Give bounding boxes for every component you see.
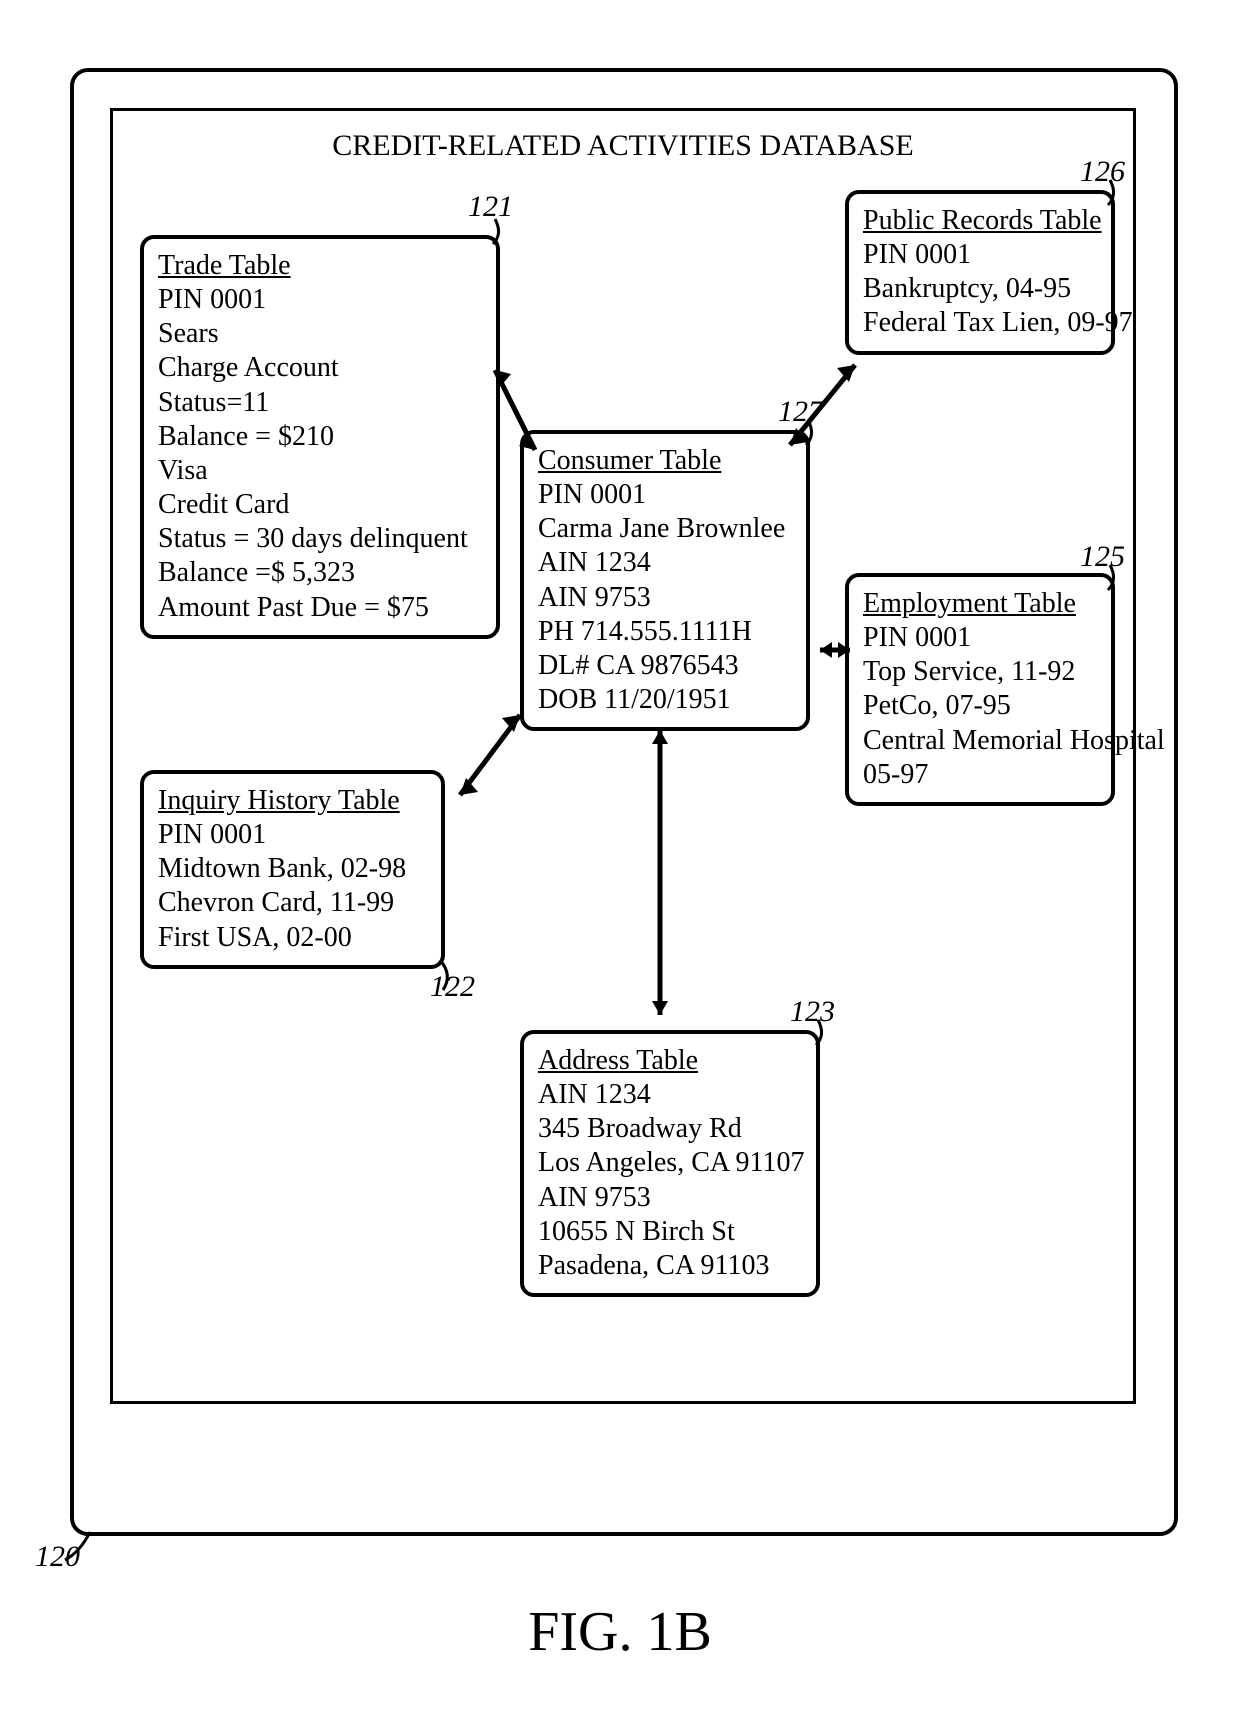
inquiry-line: Midtown Bank, 02-98 (158, 852, 427, 886)
address-line: Pasadena, CA 91103 (538, 1249, 802, 1283)
employment-line: Top Service, 11-92 (863, 655, 1097, 689)
diagram-title: CREDIT-RELATED ACTIVITIES DATABASE (113, 129, 1133, 163)
arrow-trade-consumer (475, 350, 555, 470)
trade-line: Credit Card (158, 488, 482, 522)
employment-line: 05-97 (863, 758, 1097, 792)
arrow-inquiry-consumer (445, 700, 535, 810)
employment-line: PetCo, 07-95 (863, 689, 1097, 723)
trade-line: Balance = $210 (158, 420, 482, 454)
address-line: Los Angeles, CA 91107 (538, 1146, 802, 1180)
employment-line: Central Memorial Hospital (863, 724, 1097, 758)
trade-line: Balance =$ 5,323 (158, 556, 482, 590)
trade-line: Visa (158, 454, 482, 488)
consumer-line: AIN 9753 (538, 581, 792, 615)
inquiry-line: First USA, 02-00 (158, 921, 427, 955)
address-line: 10655 N Birch St (538, 1215, 802, 1249)
diagram-page: CREDIT-RELATED ACTIVITIES DATABASE Trade… (0, 0, 1240, 1735)
address-line: AIN 1234 (538, 1078, 802, 1112)
lead-125 (1060, 560, 1130, 630)
address-line: 345 Broadway Rd (538, 1112, 802, 1146)
inquiry-line: PIN 0001 (158, 818, 427, 852)
lead-122 (398, 950, 468, 1020)
trade-table: Trade Table PIN 0001 Sears Charge Accoun… (140, 235, 500, 639)
trade-header: Trade Table (158, 249, 482, 283)
consumer-line: PIN 0001 (538, 478, 792, 512)
lead-123 (768, 1015, 838, 1085)
trade-line: Charge Account (158, 351, 482, 385)
arrow-consumer-employment (810, 625, 860, 675)
consumer-line: DOB 11/20/1951 (538, 683, 792, 717)
consumer-line: DL# CA 9876543 (538, 649, 792, 683)
trade-line: Status = 30 days delinquent (158, 522, 482, 556)
trade-line: Sears (158, 317, 482, 351)
consumer-header: Consumer Table (538, 444, 792, 478)
consumer-line: Carma Jane Brownlee (538, 512, 792, 546)
public-line: Federal Tax Lien, 09-97 (863, 306, 1097, 340)
inquiry-line: Chevron Card, 11-99 (158, 886, 427, 920)
inquiry-header: Inquiry History Table (158, 784, 427, 818)
lead-120 (60, 1510, 130, 1580)
arrow-consumer-address (640, 720, 680, 1025)
address-line: AIN 9753 (538, 1181, 802, 1215)
lead-121 (445, 214, 515, 284)
trade-line: Status=11 (158, 386, 482, 420)
trade-line: Amount Past Due = $75 (158, 591, 482, 625)
figure-label: FIG. 1B (0, 1600, 1240, 1664)
lead-127 (758, 415, 828, 485)
consumer-line: PH 714.555.1111H (538, 615, 792, 649)
address-header: Address Table (538, 1044, 802, 1078)
trade-line: PIN 0001 (158, 283, 482, 317)
public-line: Bankruptcy, 04-95 (863, 272, 1097, 306)
lead-126 (1060, 175, 1130, 245)
inquiry-table: Inquiry History Table PIN 0001 Midtown B… (140, 770, 445, 969)
consumer-line: AIN 1234 (538, 546, 792, 580)
